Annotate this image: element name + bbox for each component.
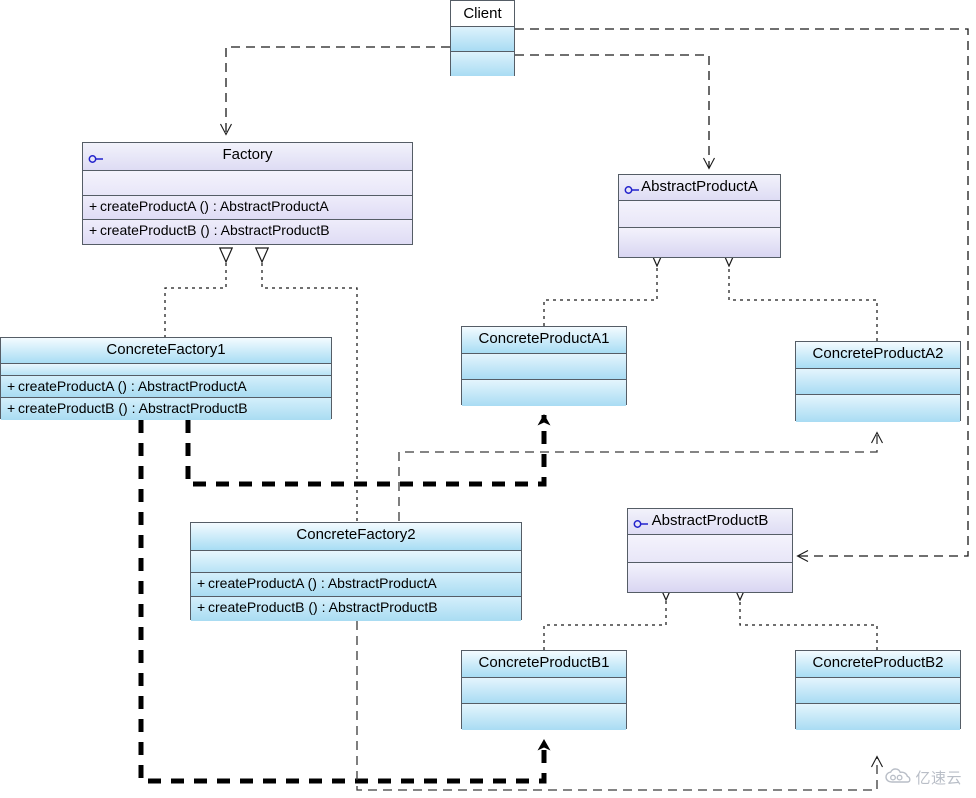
operation-row: + createProductB () : AbstractProductB bbox=[83, 220, 412, 244]
watermark-text: 亿速云 bbox=[915, 770, 962, 787]
visibility-marker: + bbox=[197, 599, 206, 615]
class-box-concreteproducta2[interactable]: ConcreteProductA2 bbox=[795, 341, 961, 422]
class-name-abstractproducta: AbstractProductA bbox=[641, 178, 758, 195]
class-name-abstractproductb: AbstractProductB bbox=[651, 512, 769, 529]
class-title-client: Client bbox=[451, 1, 514, 27]
operation-signature: createProductA () : AbstractProductA bbox=[208, 575, 437, 591]
interface-icon bbox=[88, 152, 104, 163]
class-box-abstractproducta[interactable]: AbstractProductA bbox=[618, 174, 781, 258]
class-box-concreteproductb1[interactable]: ConcreteProductB1 bbox=[461, 650, 627, 730]
class-title-concreteproductb1: ConcreteProductB1 bbox=[462, 651, 626, 678]
line-client-to-abstractproducta bbox=[515, 54, 715, 170]
line-concretefactory1-realizes-factory bbox=[164, 262, 226, 338]
visibility-marker: + bbox=[89, 198, 98, 214]
class-attributes-factory bbox=[83, 171, 412, 196]
line-client-to-factory bbox=[220, 46, 450, 136]
line-concreteproductb1-realizes-abstractproductb bbox=[543, 600, 666, 650]
operation-signature: createProductB () : AbstractProductB bbox=[18, 400, 248, 416]
uml-diagram-canvas: ConcreteProductA2 (thin dashed, open arr… bbox=[0, 0, 976, 798]
class-box-concretefactory1[interactable]: ConcreteFactory1 + createProductA () : Ab… bbox=[0, 337, 332, 420]
operation-signature: createProductB () : AbstractProductB bbox=[208, 599, 438, 615]
class-attributes-concreteproductb1 bbox=[462, 678, 626, 704]
operation-row: + createProductA () : AbstractProductA bbox=[1, 376, 331, 398]
class-box-abstractproductb[interactable]: AbstractProductB bbox=[627, 508, 793, 593]
line-concreteproducta2-realizes-abstractproducta bbox=[729, 266, 878, 341]
class-attributes-concretefactory2 bbox=[191, 551, 521, 573]
class-box-factory[interactable]: Factory + createProductA () : AbstractPro… bbox=[82, 142, 413, 245]
class-attributes-abstractproducta bbox=[619, 201, 780, 228]
class-attributes-client bbox=[451, 27, 514, 52]
class-operations-concreteproducta1 bbox=[462, 380, 626, 406]
visibility-marker: + bbox=[197, 575, 206, 591]
class-attributes-concreteproducta1 bbox=[462, 354, 626, 380]
class-box-client[interactable]: Client bbox=[450, 0, 515, 76]
class-title-row-abstractproductb: AbstractProductB bbox=[628, 509, 792, 535]
class-title-row-factory: Factory bbox=[83, 143, 412, 171]
operation-row: + createProductA () : AbstractProductA bbox=[83, 196, 412, 220]
class-attributes-concreteproductb2 bbox=[796, 678, 960, 704]
visibility-marker: + bbox=[7, 400, 16, 416]
cloud-icon bbox=[885, 767, 911, 788]
class-attributes-concretefactory1 bbox=[1, 364, 331, 376]
interface-icon bbox=[624, 183, 640, 194]
operation-signature: createProductB () : AbstractProductB bbox=[100, 222, 330, 238]
operation-row: + createProductA () : AbstractProductA bbox=[191, 573, 521, 597]
class-title-concretefactory2: ConcreteFactory2 bbox=[191, 523, 521, 551]
visibility-marker: + bbox=[89, 222, 98, 238]
class-name-factory: Factory bbox=[222, 146, 273, 163]
class-operations-concreteproducta2 bbox=[796, 395, 960, 422]
class-box-concreteproductb2[interactable]: ConcreteProductB2 bbox=[795, 650, 961, 730]
watermark: 亿速云 bbox=[885, 767, 962, 788]
class-title-row-abstractproducta: AbstractProductA bbox=[619, 175, 780, 201]
line-concretefactory1-creates-concreteproducta1 bbox=[185, 414, 551, 487]
visibility-marker: + bbox=[7, 378, 16, 394]
class-attributes-abstractproductb bbox=[628, 535, 792, 563]
class-attributes-concreteproducta2 bbox=[796, 369, 960, 395]
class-box-concretefactory2[interactable]: ConcreteFactory2 + createProductA () : Ab… bbox=[190, 522, 522, 621]
class-operations-abstractproducta bbox=[619, 228, 780, 257]
operation-signature: createProductA () : AbstractProductA bbox=[100, 198, 329, 214]
line-concreteproducta1-realizes-abstractproducta bbox=[543, 266, 657, 326]
class-operations-client bbox=[451, 52, 514, 76]
class-title-concreteproducta1: ConcreteProductA1 bbox=[462, 327, 626, 354]
operation-row: + createProductB () : AbstractProductB bbox=[191, 597, 521, 621]
line-client-to-abstractproductb bbox=[515, 28, 969, 562]
operation-row: + createProductB () : AbstractProductB bbox=[1, 398, 331, 420]
class-title-concreteproducta2: ConcreteProductA2 bbox=[796, 342, 960, 369]
operation-signature: createProductA () : AbstractProductA bbox=[18, 378, 247, 394]
class-operations-concreteproductb1 bbox=[462, 704, 626, 730]
class-box-concreteproducta1[interactable]: ConcreteProductA1 bbox=[461, 326, 627, 406]
class-title-concreteproductb2: ConcreteProductB2 bbox=[796, 651, 960, 678]
class-operations-abstractproductb bbox=[628, 563, 792, 592]
class-operations-concreteproductb2 bbox=[796, 704, 960, 730]
line-concreteproductb2-realizes-abstractproductb bbox=[740, 600, 878, 650]
class-title-concretefactory1: ConcreteFactory1 bbox=[1, 338, 331, 364]
interface-icon bbox=[633, 517, 649, 528]
